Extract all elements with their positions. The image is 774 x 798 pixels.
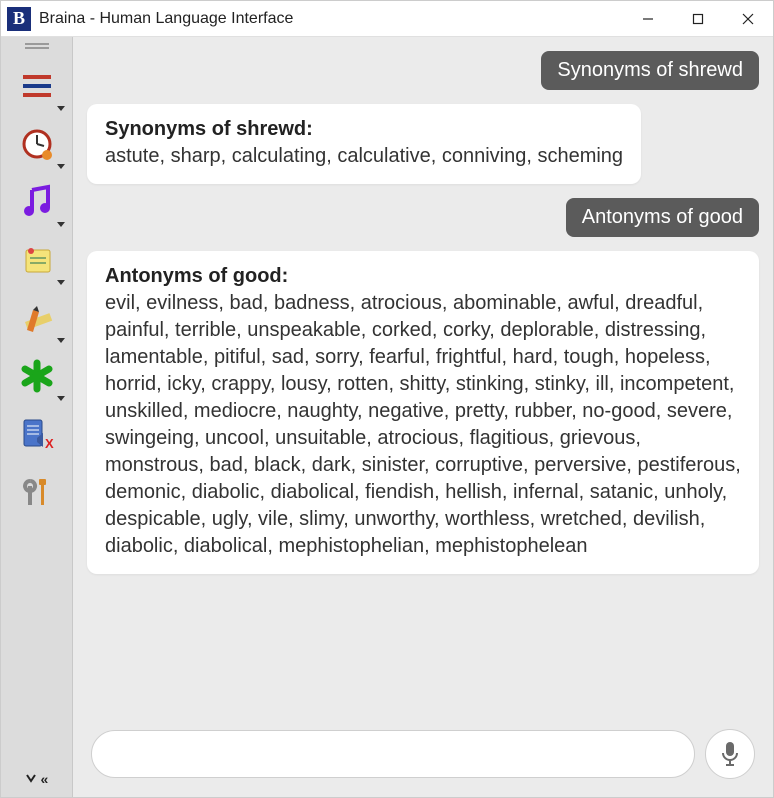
sidebar-item-mute[interactable]: X (7, 407, 67, 461)
document-mute-icon: X (19, 416, 55, 452)
hamburger-icon (20, 72, 54, 100)
user-message: Antonyms of good (566, 198, 759, 237)
bot-message-heading: Antonyms of good: (105, 265, 288, 287)
tools-icon (19, 473, 55, 511)
bot-message-body: astute, sharp, calculating, calculative,… (105, 145, 623, 167)
sidebar-item-pencil[interactable] (7, 291, 67, 345)
minimize-button[interactable] (623, 1, 673, 37)
message-row: Synonyms of shrewd: astute, sharp, calcu… (87, 104, 759, 184)
sidebar-item-notes[interactable] (7, 233, 67, 287)
sidebar-item-tools[interactable] (7, 465, 67, 519)
clock-icon (19, 126, 55, 162)
maximize-button[interactable] (673, 1, 723, 37)
user-message: Synonyms of shrewd (541, 51, 759, 90)
chevron-down-icon (57, 280, 65, 285)
input-bar (87, 725, 759, 789)
sidebar-item-music[interactable] (7, 175, 67, 229)
sidebar-expand-icon[interactable]: « (25, 771, 49, 787)
bot-message: Synonyms of shrewd: astute, sharp, calcu… (87, 104, 641, 184)
sidebar-item-asterisk[interactable] (7, 349, 67, 403)
svg-text:X: X (45, 436, 54, 451)
sidebar: X « (1, 37, 73, 797)
bot-message-body: evil, evilness, bad, badness, atrocious,… (105, 292, 741, 557)
pencil-ruler-icon (19, 300, 55, 336)
close-icon (741, 12, 755, 26)
sidebar-item-menu[interactable] (7, 59, 67, 113)
sidebar-grip-icon (25, 43, 49, 49)
chat-input[interactable] (91, 730, 695, 778)
chevron-down-icon (57, 164, 65, 169)
mic-icon (719, 740, 741, 768)
asterisk-icon (20, 359, 54, 393)
close-button[interactable] (723, 1, 773, 37)
chevron-down-icon (57, 396, 65, 401)
chat-area: Synonyms of shrewd Synonyms of shrewd: a… (73, 37, 773, 797)
titlebar: B Braina - Human Language Interface (1, 1, 773, 37)
minimize-icon (641, 12, 655, 26)
app-icon: B (7, 7, 31, 31)
mic-button[interactable] (705, 729, 755, 779)
bot-message-heading: Synonyms of shrewd: (105, 118, 313, 140)
chevron-down-icon (57, 222, 65, 227)
sticky-note-icon (20, 242, 54, 278)
chevron-down-icon (57, 106, 65, 111)
message-row: Antonyms of good: evil, evilness, bad, b… (87, 251, 759, 574)
message-row: Antonyms of good (87, 198, 759, 237)
window-title: Braina - Human Language Interface (39, 10, 623, 28)
chevron-down-icon (57, 338, 65, 343)
maximize-icon (691, 12, 705, 26)
sidebar-item-alarm[interactable] (7, 117, 67, 171)
bot-message: Antonyms of good: evil, evilness, bad, b… (87, 251, 759, 574)
music-icon (20, 184, 54, 220)
window-controls (623, 1, 773, 37)
message-row: Synonyms of shrewd (87, 51, 759, 90)
